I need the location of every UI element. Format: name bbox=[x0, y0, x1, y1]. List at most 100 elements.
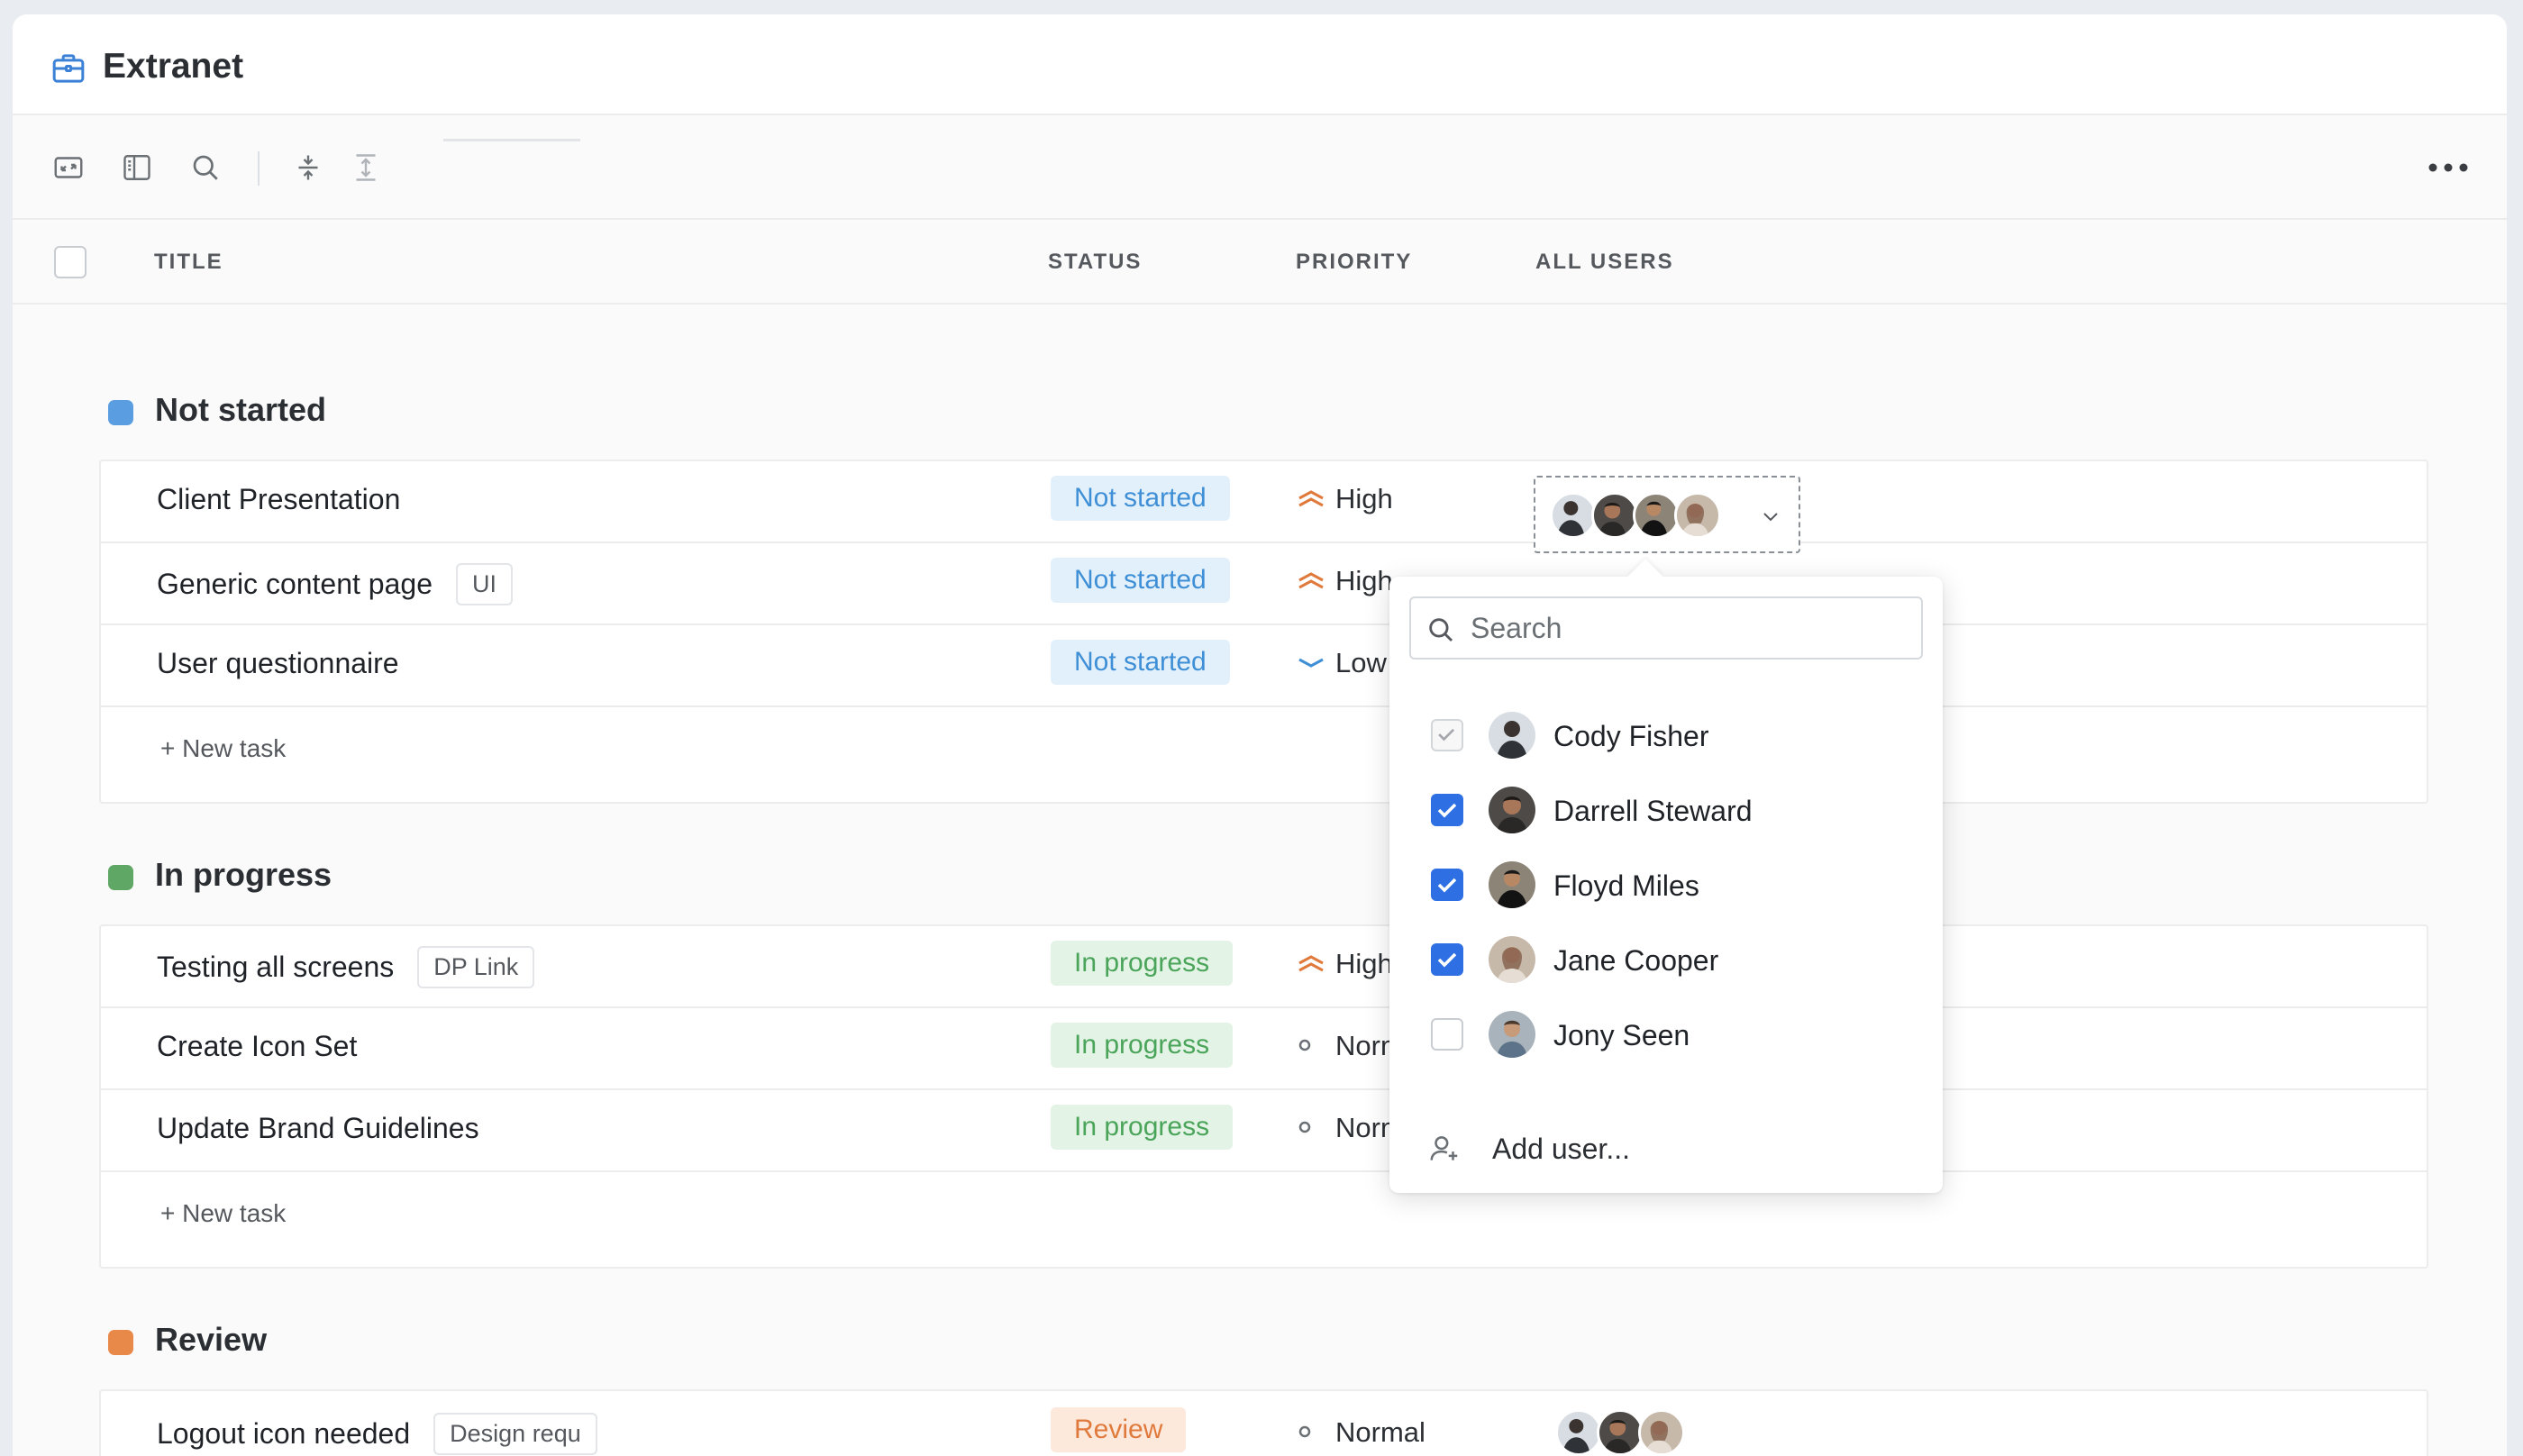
status-badge[interactable]: In progress bbox=[1051, 941, 1234, 986]
avatar bbox=[1638, 1409, 1685, 1456]
user-option[interactable]: Cody Fisher bbox=[1409, 703, 1923, 768]
priority-label: High bbox=[1335, 565, 1393, 596]
task-title[interactable]: Update Brand Guidelines bbox=[157, 1112, 479, 1144]
task-title[interactable]: Logout icon needed bbox=[157, 1417, 410, 1450]
new-task-row[interactable]: + New task bbox=[101, 707, 2427, 789]
column-all-users[interactable]: ALL USERS bbox=[1535, 250, 1674, 275]
group-title-in-progress[interactable]: In progress bbox=[155, 856, 332, 894]
avatar bbox=[1555, 1409, 1602, 1456]
collapse-rows-icon[interactable] bbox=[292, 151, 324, 184]
checkbox-checked-disabled[interactable] bbox=[1431, 719, 1463, 751]
task-title[interactable]: Testing all screens bbox=[157, 951, 394, 983]
task-title[interactable]: Client Presentation bbox=[157, 483, 400, 515]
user-option[interactable]: Darrell Steward bbox=[1409, 778, 1923, 842]
checkbox-checked[interactable] bbox=[1431, 943, 1463, 976]
task-tag[interactable]: Design requ bbox=[433, 1413, 597, 1455]
priority-label: Normal bbox=[1335, 1416, 1425, 1448]
all-users-cell[interactable] bbox=[1534, 476, 1800, 553]
priority-label: High bbox=[1335, 483, 1393, 514]
priority-high-icon bbox=[1298, 572, 1324, 589]
group-title-not-started[interactable]: Not started bbox=[155, 391, 326, 429]
checkbox-checked[interactable] bbox=[1431, 869, 1463, 901]
column-status[interactable]: STATUS bbox=[1048, 250, 1142, 275]
priority-normal-icon bbox=[1298, 1121, 1311, 1133]
user-name: Jony Seen bbox=[1553, 1019, 1690, 1051]
status-badge[interactable]: Not started bbox=[1051, 640, 1230, 685]
new-task-row[interactable]: + New task bbox=[101, 1172, 2427, 1254]
priority-cell[interactable]: Low bbox=[1296, 647, 1387, 679]
avatar bbox=[1489, 712, 1535, 759]
new-task-button[interactable]: + New task bbox=[160, 734, 286, 763]
task-title[interactable]: Generic content page bbox=[157, 568, 433, 600]
group-title-review[interactable]: Review bbox=[155, 1321, 267, 1359]
search-icon[interactable] bbox=[189, 151, 222, 184]
table-row[interactable]: Create Icon Set In progress Normal bbox=[101, 1008, 2427, 1090]
avatar bbox=[1633, 492, 1680, 539]
task-title[interactable]: Create Icon Set bbox=[157, 1030, 357, 1062]
sidebar-panel-icon[interactable] bbox=[121, 151, 153, 184]
add-user-label: Add user... bbox=[1492, 1133, 1630, 1165]
user-search-input[interactable] bbox=[1471, 598, 1912, 658]
priority-label: High bbox=[1335, 948, 1393, 979]
task-tag[interactable]: UI bbox=[455, 563, 513, 605]
select-all-checkbox[interactable] bbox=[54, 246, 87, 278]
briefcase-icon bbox=[52, 54, 85, 83]
priority-cell[interactable]: High bbox=[1296, 565, 1393, 597]
user-option[interactable]: Jane Cooper bbox=[1409, 927, 1923, 992]
user-picker-dropdown: Cody Fisher Darrell Steward Floyd Miles bbox=[1389, 559, 1943, 1193]
title-bar: Extranet bbox=[13, 14, 2507, 115]
status-badge[interactable]: In progress bbox=[1051, 1023, 1234, 1068]
table-row[interactable]: Update Brand Guidelines In progress Norm… bbox=[101, 1090, 2427, 1172]
priority-cell[interactable]: High bbox=[1296, 948, 1393, 980]
avatar bbox=[1597, 1409, 1644, 1456]
user-name: Darrell Steward bbox=[1553, 795, 1753, 827]
priority-normal-icon bbox=[1298, 1039, 1311, 1051]
user-name: Cody Fisher bbox=[1553, 720, 1709, 752]
user-search-field[interactable] bbox=[1409, 596, 1923, 660]
group-table-not-started: Client Presentation Not started High Gen… bbox=[99, 460, 2428, 804]
priority-high-icon bbox=[1298, 955, 1324, 972]
group-color-dot bbox=[108, 865, 133, 890]
column-priority[interactable]: PRIORITY bbox=[1296, 250, 1412, 275]
avatar bbox=[1489, 936, 1535, 983]
user-name: Floyd Miles bbox=[1553, 869, 1699, 902]
more-horizontal-icon[interactable] bbox=[2427, 162, 2469, 173]
user-option[interactable]: Floyd Miles bbox=[1409, 852, 1923, 917]
status-badge[interactable]: Not started bbox=[1051, 476, 1230, 521]
status-badge[interactable]: Not started bbox=[1051, 558, 1230, 603]
table-row[interactable]: Testing all screens DP Link In progress H… bbox=[101, 926, 2427, 1008]
search-icon bbox=[1429, 618, 1453, 642]
group-color-dot bbox=[108, 400, 133, 425]
checkbox-checked[interactable] bbox=[1431, 794, 1463, 826]
task-tag[interactable]: DP Link bbox=[417, 946, 535, 988]
task-title[interactable]: User questionnaire bbox=[157, 647, 399, 679]
group-table-review: Logout icon needed Design requ Review Nor… bbox=[99, 1389, 2428, 1456]
table-row[interactable]: User questionnaire Not started Low bbox=[101, 625, 2427, 707]
avatar bbox=[1674, 492, 1721, 539]
table-row[interactable]: Logout icon needed Design requ Review Nor… bbox=[101, 1391, 2427, 1456]
group-color-dot bbox=[108, 1330, 133, 1355]
expand-icon[interactable] bbox=[52, 151, 85, 184]
table-row[interactable]: Client Presentation Not started High bbox=[101, 461, 2427, 543]
user-name: Jane Cooper bbox=[1553, 944, 1719, 977]
column-title[interactable]: TITLE bbox=[154, 250, 223, 275]
avatar bbox=[1489, 1011, 1535, 1058]
priority-low-icon bbox=[1298, 658, 1324, 668]
new-task-button[interactable]: + New task bbox=[160, 1199, 286, 1228]
status-badge[interactable]: Review bbox=[1051, 1407, 1187, 1452]
status-badge[interactable]: In progress bbox=[1051, 1105, 1234, 1150]
user-option[interactable]: Jony Seen bbox=[1409, 1002, 1923, 1067]
checkbox-unchecked[interactable] bbox=[1431, 1018, 1463, 1051]
add-user-icon bbox=[1430, 1136, 1458, 1160]
avatar bbox=[1591, 492, 1638, 539]
priority-label: Low bbox=[1335, 647, 1387, 678]
avatar bbox=[1550, 492, 1597, 539]
chevron-down-icon[interactable] bbox=[1759, 505, 1782, 528]
table-row[interactable]: Generic content page UI Not started High bbox=[101, 543, 2427, 625]
expand-rows-icon[interactable] bbox=[350, 151, 382, 184]
toolbar-separator bbox=[258, 151, 260, 186]
group-table-in-progress: Testing all screens DP Link In progress H… bbox=[99, 924, 2428, 1269]
add-user-button[interactable]: Add user... bbox=[1409, 1115, 1923, 1180]
priority-cell[interactable]: Normal bbox=[1296, 1416, 1425, 1449]
priority-cell[interactable]: High bbox=[1296, 483, 1393, 515]
